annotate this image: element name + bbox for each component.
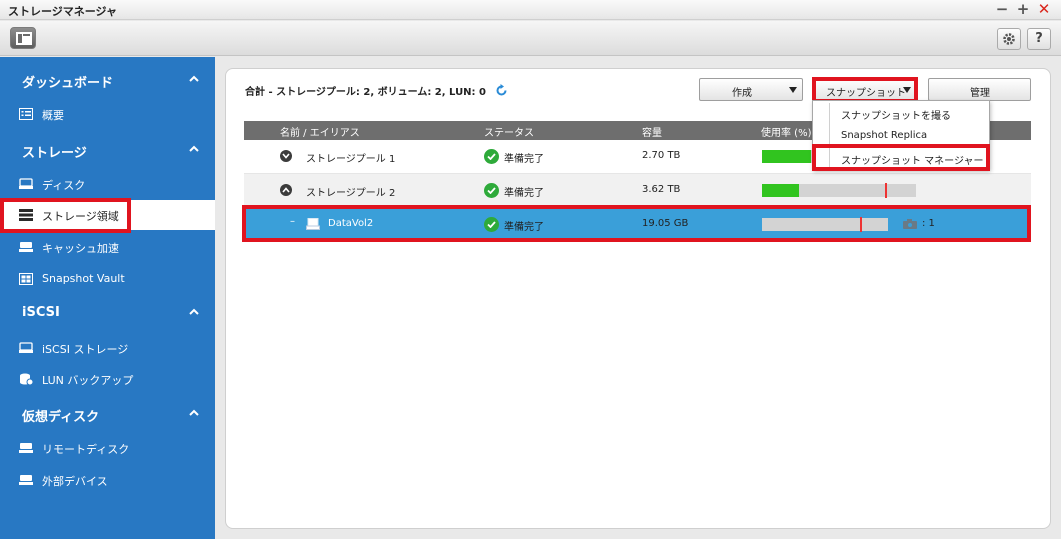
check-icon xyxy=(484,183,499,198)
tree-line: – xyxy=(290,216,295,227)
section-storage[interactable]: ストレージ xyxy=(0,135,215,165)
toolbar: ? xyxy=(0,21,1061,56)
remote-disk-icon xyxy=(19,443,33,453)
section-label: ダッシュボード xyxy=(22,76,114,91)
sidebar-item-label: 外部デバイス xyxy=(42,475,108,488)
sidebar-item-iscsi-storage[interactable]: iSCSI ストレージ xyxy=(0,333,215,363)
section-label: iSCSI xyxy=(22,305,60,320)
collapse-icon[interactable] xyxy=(280,184,292,196)
title-bar: ストレージマネージャ − + ✕ xyxy=(0,0,1061,20)
column-header-name[interactable]: 名前 / エイリアス xyxy=(280,124,360,139)
caret-down-icon xyxy=(903,87,911,93)
usage-fill xyxy=(762,184,799,197)
table-row[interactable]: ストレージプール 2 準備完了 3.62 TB xyxy=(244,174,1031,208)
sidebar-item-label: リモートディスク xyxy=(42,443,130,456)
capacity-value: 19.05 GB xyxy=(642,218,689,229)
refresh-icon[interactable] xyxy=(495,84,508,97)
threshold-marker xyxy=(860,217,862,232)
sidebar-item-disk[interactable]: ディスク xyxy=(0,169,215,199)
sidebar-item-snapshot-vault[interactable]: Snapshot Vault xyxy=(0,264,215,294)
sidebar: ダッシュボード 概要 ストレージ ディスク ストレージ領域 キャッシュ加速 Sn… xyxy=(0,57,215,539)
usage-fill xyxy=(762,150,811,163)
pool-name: ストレージプール 1 xyxy=(306,154,396,165)
section-virtual-disk[interactable]: 仮想ディスク xyxy=(0,399,215,429)
create-button[interactable]: 作成 xyxy=(699,78,803,101)
sidebar-item-label: キャッシュ加速 xyxy=(42,242,119,255)
menu-item-take-snapshot[interactable]: スナップショットを撮る xyxy=(814,102,990,124)
sidebar-item-label: LUN バックアップ xyxy=(42,374,134,387)
layout-icon[interactable] xyxy=(10,27,36,49)
snapshot-label: スナップショット xyxy=(826,88,906,99)
storage-space-icon xyxy=(19,209,33,221)
sidebar-item-label: Snapshot Vault xyxy=(42,272,125,285)
capacity-value: 2.70 TB xyxy=(642,150,681,161)
summary-text: 合計 - ストレージプール: 2, ボリューム: 2, LUN: 0 xyxy=(245,87,486,98)
menu-item-snapshot-replica[interactable]: Snapshot Replica xyxy=(814,125,990,147)
section-label: ストレージ xyxy=(22,146,87,161)
disk-icon xyxy=(19,178,33,189)
manage-label: 管理 xyxy=(970,88,990,99)
gear-icon[interactable] xyxy=(997,28,1021,50)
sidebar-item-external-device[interactable]: 外部デバイス xyxy=(0,465,215,495)
manage-button[interactable]: 管理 xyxy=(928,78,1031,101)
volume-icon xyxy=(306,218,320,230)
check-icon xyxy=(484,149,499,164)
cache-icon xyxy=(19,242,33,252)
threshold-marker xyxy=(885,183,887,198)
snapshot-count: : 1 xyxy=(922,218,935,229)
capacity-value: 3.62 TB xyxy=(642,184,681,195)
expand-icon[interactable] xyxy=(280,150,292,162)
sidebar-item-lun-backup[interactable]: LUN バックアップ xyxy=(0,364,215,394)
chevron-up-icon xyxy=(189,75,199,82)
help-button[interactable]: ? xyxy=(1027,28,1051,50)
summary: 合計 - ストレージプール: 2, ボリューム: 2, LUN: 0 xyxy=(245,83,508,98)
usage-bar xyxy=(762,183,916,198)
iscsi-icon xyxy=(19,342,33,353)
sidebar-item-cache[interactable]: キャッシュ加速 xyxy=(0,232,215,262)
chevron-up-icon xyxy=(189,409,199,416)
sidebar-item-overview[interactable]: 概要 xyxy=(0,99,215,129)
camera-icon xyxy=(903,219,917,229)
menu-item-label: Snapshot Replica xyxy=(841,130,928,141)
chevron-up-icon xyxy=(189,145,199,152)
sidebar-item-label: iSCSI ストレージ xyxy=(42,343,129,356)
column-header-usage[interactable]: 使用率 (%) xyxy=(761,124,811,139)
maximize-button[interactable]: + xyxy=(1015,1,1031,17)
sidebar-item-storage-space[interactable]: ストレージ領域 xyxy=(0,200,215,230)
menu-item-snapshot-manager[interactable]: スナップショット マネージャー xyxy=(814,147,990,169)
close-button[interactable]: ✕ xyxy=(1036,1,1052,17)
sidebar-item-label: 概要 xyxy=(42,109,64,122)
chevron-up-icon xyxy=(189,308,199,315)
caret-down-icon xyxy=(789,87,797,93)
sidebar-item-remote-disk[interactable]: リモートディスク xyxy=(0,433,215,463)
external-device-icon xyxy=(19,475,33,485)
section-label: 仮想ディスク xyxy=(22,410,100,425)
minimize-button[interactable]: − xyxy=(994,1,1010,17)
menu-item-label: スナップショットを撮る xyxy=(841,111,951,122)
create-label: 作成 xyxy=(732,88,752,99)
column-header-status[interactable]: ステータス xyxy=(484,124,534,139)
check-icon xyxy=(484,217,499,232)
section-dashboard[interactable]: ダッシュボード xyxy=(0,65,215,95)
vault-icon xyxy=(19,273,33,285)
overview-icon xyxy=(19,108,33,120)
snapshot-button[interactable]: スナップショット xyxy=(815,78,917,101)
menu-item-label: スナップショット マネージャー xyxy=(841,156,984,167)
status-text: 準備完了 xyxy=(504,188,544,199)
table-row-selected[interactable]: – DataVol2 準備完了 19.05 GB : 1 xyxy=(244,208,1031,240)
window-title: ストレージマネージャ xyxy=(8,5,118,18)
sidebar-item-label: ディスク xyxy=(42,179,86,192)
snapshot-menu: スナップショットを撮る Snapshot Replica スナップショット マネ… xyxy=(812,100,990,170)
status-text: 準備完了 xyxy=(504,222,544,233)
status-text: 準備完了 xyxy=(504,154,544,165)
volume-name: DataVol2 xyxy=(328,218,374,229)
section-iscsi[interactable]: iSCSI xyxy=(0,298,215,328)
pool-name: ストレージプール 2 xyxy=(306,188,396,199)
column-header-capacity[interactable]: 容量 xyxy=(642,124,662,139)
sidebar-item-label: ストレージ領域 xyxy=(42,210,119,223)
usage-bar xyxy=(762,217,888,232)
lun-backup-icon xyxy=(20,373,33,385)
